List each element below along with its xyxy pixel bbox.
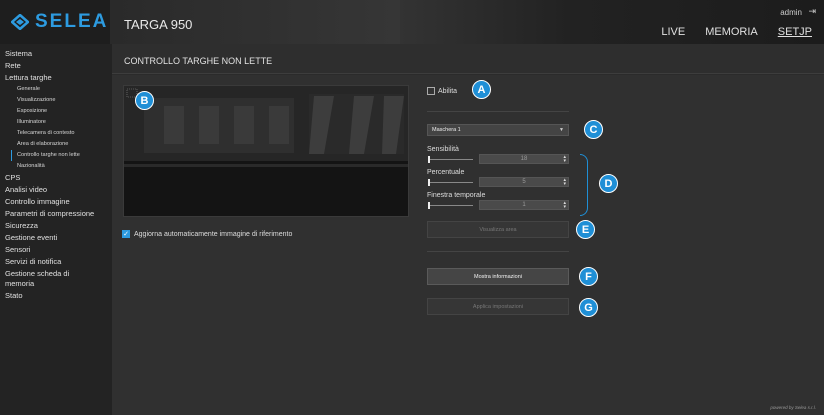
auto-update-checkbox[interactable]: ✓	[122, 230, 130, 238]
sidebar-sub-telecamera-contesto[interactable]: Telecamera di contesto	[0, 128, 112, 139]
sidebar-sub-illuminatore[interactable]: Illuminatore	[0, 117, 112, 128]
mask-select-value: Maschera 1	[432, 127, 461, 133]
percentage-value: 5	[522, 179, 526, 185]
time-window-slider[interactable]	[428, 202, 473, 209]
slider-thumb[interactable]	[428, 202, 430, 209]
time-window-input[interactable]: 1 ▴ ▾	[479, 200, 569, 210]
mask-select[interactable]: Maschera 1 ▼	[427, 124, 569, 136]
divider	[427, 251, 569, 252]
callout-badge-a: A	[472, 80, 491, 99]
view-area-button[interactable]: Visualizza area	[427, 221, 569, 238]
sensitivity-value: 18	[520, 156, 528, 162]
selea-logo: SELEA	[11, 10, 116, 34]
app-title: TARGA 950	[124, 17, 193, 32]
chevron-down-icon: ▼	[559, 127, 564, 133]
percentage-label: Percentuale	[427, 169, 465, 176]
sidebar-item-lettura-targhe[interactable]: Lettura targhe	[0, 72, 112, 84]
username: admin	[780, 8, 802, 17]
sidebar-sub-esposizione[interactable]: Esposizione	[0, 106, 112, 117]
sidebar-item-sistema[interactable]: Sistema	[0, 48, 112, 60]
sidebar-item-sensori[interactable]: Sensori	[0, 244, 112, 256]
enable-option[interactable]: Abilita	[427, 87, 457, 95]
top-header: SELEA TARGA 950 admin ⇥ LIVE MEMORIA SET…	[0, 0, 824, 44]
logo-text: SELEA	[35, 11, 109, 32]
logout-icon[interactable]: ⇥	[808, 6, 816, 17]
auto-update-label: Aggiorna automaticamente immagine di rif…	[134, 230, 293, 238]
app-window: SELEA TARGA 950 admin ⇥ LIVE MEMORIA SET…	[0, 0, 824, 415]
sidebar-item-controllo-immagine[interactable]: Controllo immagine	[0, 196, 112, 208]
callout-badge-e: E	[576, 220, 595, 239]
slider-thumb[interactable]	[428, 156, 430, 163]
callout-badge-c: C	[584, 120, 603, 139]
enable-label: Abilita	[438, 87, 458, 95]
diamond-logo-icon	[11, 14, 29, 30]
sidebar: Sistema Rete Lettura targhe Generale Vis…	[0, 44, 112, 415]
apply-settings-button[interactable]: Applica impostazioni	[427, 298, 569, 315]
page-title: CONTROLLO TARGHE NON LETTE	[124, 56, 273, 66]
main-nav: LIVE MEMORIA SETJP	[661, 26, 812, 38]
slider-thumb[interactable]	[428, 179, 430, 186]
sidebar-sub-area-elaborazione[interactable]: Area di elaborazione	[0, 139, 112, 150]
nav-memoria[interactable]: MEMORIA	[705, 26, 758, 38]
sidebar-item-sicurezza[interactable]: Sicurezza	[0, 220, 112, 232]
sidebar-item-rete[interactable]: Rete	[0, 60, 112, 72]
callout-badge-d: D	[599, 174, 618, 193]
main-content: B ✓ Aggiorna automaticamente immagine di…	[112, 75, 824, 415]
enable-checkbox[interactable]	[427, 87, 435, 95]
sidebar-item-analisi-video[interactable]: Analisi video	[0, 184, 112, 196]
sliders-brace	[580, 154, 588, 216]
nav-live[interactable]: LIVE	[661, 26, 685, 38]
sensitivity-label: Sensibilità	[427, 146, 459, 153]
sensitivity-slider[interactable]	[428, 156, 473, 163]
powered-by: powered by Selea s.r.l.	[770, 405, 816, 410]
sidebar-sub-generale[interactable]: Generale	[0, 84, 112, 95]
sidebar-item-gestione-eventi[interactable]: Gestione eventi	[0, 232, 112, 244]
percentage-slider[interactable]	[428, 179, 473, 186]
sidebar-sub-visualizzazione[interactable]: Visualizzazione	[0, 95, 112, 106]
divider	[427, 111, 569, 112]
sidebar-item-parametri-compressione[interactable]: Parametri di compressione	[0, 208, 112, 220]
spinner-arrows-icon[interactable]: ▴ ▾	[563, 155, 566, 164]
show-info-button[interactable]: Mostra informazioni	[427, 268, 569, 285]
page-header: CONTROLLO TARGHE NON LETTE	[112, 44, 824, 74]
sidebar-item-servizi-notifica[interactable]: Servizi di notifica	[0, 256, 112, 268]
spinner-arrows-icon[interactable]: ▴ ▾	[563, 201, 566, 210]
sidebar-item-stato[interactable]: Stato	[0, 290, 112, 302]
callout-badge-b: B	[135, 91, 154, 110]
camera-preview[interactable]	[123, 85, 409, 217]
sensitivity-input[interactable]: 18 ▴ ▾	[479, 154, 569, 164]
time-window-value: 1	[522, 202, 526, 208]
callout-badge-g: G	[579, 298, 598, 317]
callout-badge-f: F	[579, 267, 598, 286]
auto-update-option[interactable]: ✓ Aggiorna automaticamente immagine di r…	[122, 230, 292, 238]
percentage-input[interactable]: 5 ▴ ▾	[479, 177, 569, 187]
sidebar-sub-nazionalita[interactable]: Nazionalità	[0, 161, 112, 172]
spinner-arrows-icon[interactable]: ▴ ▾	[563, 178, 566, 187]
nav-setup[interactable]: SETJP	[778, 26, 812, 38]
sidebar-item-gestione-scheda[interactable]: Gestione scheda di memoria	[0, 268, 100, 290]
sidebar-sub-controllo-targhe[interactable]: Controllo targhe non lette	[11, 150, 112, 161]
sidebar-item-cps[interactable]: CPS	[0, 172, 112, 184]
time-window-label: Finestra temporale	[427, 192, 486, 199]
camera-scene-image	[124, 86, 408, 216]
